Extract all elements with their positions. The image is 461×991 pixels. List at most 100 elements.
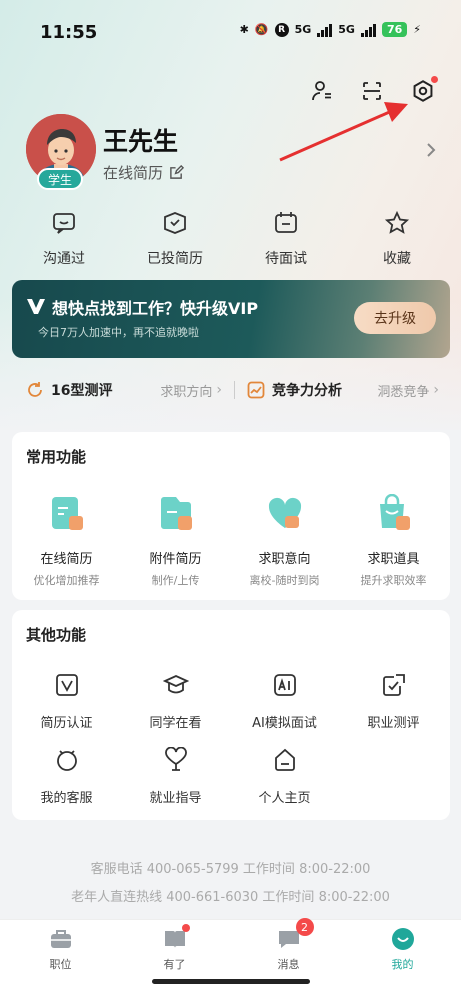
assessment-right-title: 竞争力分析 — [272, 383, 342, 399]
charging-icon: ⚡ — [413, 23, 421, 36]
attachment-resume-icon — [160, 497, 192, 530]
function-name: 同学在看 — [149, 716, 202, 731]
function-name: 在线简历 — [40, 552, 93, 567]
function-my-customer-service[interactable]: 我的客服 — [12, 747, 121, 806]
other-functions-title: 其他功能 — [26, 626, 87, 644]
tab-label: 职位 — [49, 958, 72, 971]
network-label-2: 5G — [338, 23, 355, 36]
common-functions-title: 常用功能 — [26, 448, 87, 466]
function-classmates-viewing[interactable]: 同学在看 — [121, 672, 230, 731]
function-desc: 优化增加推荐 — [33, 574, 100, 587]
vip-upgrade-button[interactable]: 去升级 — [354, 302, 436, 334]
chat-icon — [53, 213, 75, 234]
edit-icon — [170, 165, 185, 179]
calendar-icon — [275, 212, 297, 233]
footer-hotline: 客服电话 400-065-5799 工作时间 8:00-22:00 — [90, 862, 371, 877]
function-name: 我的客服 — [40, 791, 93, 806]
refresh-circle-icon — [28, 382, 42, 397]
ai-interview-icon — [273, 674, 296, 696]
tab-label: 消息 — [277, 958, 300, 971]
tab-youle[interactable]: 有了 — [117, 924, 232, 972]
heart-icon — [268, 497, 301, 528]
user-name: 王先生 — [103, 127, 179, 156]
graduation-cap-icon — [162, 675, 189, 694]
function-career-assessment[interactable]: 职业测评 — [339, 672, 448, 731]
vip-subtitle: 今日7万人加速中，再不追就晚啦 — [38, 326, 199, 339]
profile-chevron-right-icon[interactable] — [425, 141, 437, 163]
function-employment-guidance[interactable]: 就业指导 — [121, 746, 230, 806]
common-functions-card: 常用功能 在线简历 优化增加推荐 附件简历 制作/上传 求职意向 离校-随时到岗… — [12, 432, 450, 600]
other-functions-card: 其他功能 简历认证 同学在看 AI模拟面试 职业测评 我的客服 就业指导 个人主… — [12, 610, 450, 820]
customer-service-icon — [56, 750, 77, 771]
footer-elderly-hotline: 老年人直连热线 400-661-6030 工作时间 8:00-22:00 — [71, 890, 390, 905]
r-icon: R — [274, 22, 289, 37]
assessment-left-hint: 求职方向 — [160, 384, 213, 400]
tab-jobs[interactable]: 职位 — [3, 926, 118, 972]
stat-label: 待面试 — [265, 251, 307, 267]
stat-label: 收藏 — [383, 251, 411, 267]
function-personal-homepage[interactable]: 个人主页 — [230, 747, 339, 806]
career-assessment-icon — [382, 674, 405, 696]
settings-notification-dot — [431, 76, 438, 83]
mute-icon: 🔕 — [254, 23, 269, 36]
stat-label: 沟通过 — [43, 251, 85, 267]
bluetooth-icon: ✱ — [239, 23, 249, 36]
vip-logo-icon — [27, 299, 45, 314]
function-name: 就业指导 — [149, 791, 202, 806]
message-icon: 2 — [276, 918, 314, 952]
shopping-bag-icon — [379, 493, 410, 530]
role-badge: 学生 — [37, 168, 83, 190]
online-resume-label: 在线简历 — [103, 164, 164, 182]
tab-label: 有了 — [163, 958, 186, 971]
function-name: 附件简历 — [149, 552, 202, 567]
profile-smile-icon — [390, 926, 416, 952]
stat-pending-interview[interactable]: 待面试 — [241, 210, 331, 268]
star-icon — [384, 210, 410, 234]
stat-favorites[interactable]: 收藏 — [352, 210, 442, 268]
function-name: 职业测评 — [367, 716, 420, 731]
status-icons: ✱ 🔕 R 5G 5G 76 ⚡ — [240, 22, 421, 37]
assessment-right-hint: 洞悉竞争 — [377, 384, 430, 400]
battery-indicator: 76 — [381, 22, 408, 37]
divider — [234, 381, 235, 399]
network-label: 5G — [294, 23, 312, 36]
resume-verify-icon — [55, 674, 78, 696]
vip-banner[interactable]: 想快点找到工作？快升级VIP 今日7万人加速中，再不追就晚啦 去升级 — [12, 280, 450, 358]
function-desc: 提升求职效率 — [360, 574, 427, 587]
tab-messages[interactable]: 2 消息 — [231, 918, 346, 972]
vip-title: 想快点找到工作？快升级VIP — [52, 299, 259, 318]
function-name: 求职道具 — [367, 552, 420, 567]
function-name: 求职意向 — [258, 552, 311, 567]
message-count-badge: 2 — [295, 918, 314, 936]
online-resume-icon — [51, 497, 83, 530]
briefcase-icon — [48, 926, 74, 952]
status-bar: 11:55 ✱ 🔕 R 5G 5G 76 ⚡ — [0, 0, 461, 62]
chart-trend-icon — [247, 381, 265, 399]
home-indicator — [152, 979, 310, 984]
function-attachment-resume[interactable]: 附件简历 制作/上传 — [121, 494, 230, 588]
stat-communicated[interactable]: 沟通过 — [19, 210, 109, 268]
annotation-arrow — [279, 102, 408, 162]
online-resume-link[interactable]: 在线简历 — [103, 162, 185, 183]
function-resume-verify[interactable]: 简历认证 — [12, 672, 121, 731]
assessment-row: 16型测评 求职方向 › 竞争力分析 洞悉竞争 › — [12, 368, 450, 412]
tab-label: 我的 — [391, 958, 414, 971]
stat-sent-resume[interactable]: 已投简历 — [130, 210, 220, 268]
function-online-resume[interactable]: 在线简历 优化增加推荐 — [12, 494, 121, 588]
function-job-intention[interactable]: 求职意向 离校-随时到岗 — [230, 494, 339, 588]
signal-icon — [317, 23, 333, 37]
function-ai-mock-interview[interactable]: AI模拟面试 — [230, 672, 339, 731]
function-job-tools[interactable]: 求职道具 提升求职效率 — [339, 493, 448, 588]
stat-label: 已投简历 — [147, 251, 203, 267]
function-desc: 制作/上传 — [151, 574, 200, 587]
tab-mine[interactable]: 我的 — [345, 926, 460, 972]
function-desc: 离校-随时到岗 — [249, 574, 320, 587]
function-name: 个人主页 — [258, 791, 311, 806]
sent-resume-icon — [164, 212, 186, 234]
guidance-heart-icon — [164, 746, 187, 771]
home-icon — [274, 748, 295, 771]
signal-icon-2 — [360, 23, 376, 37]
assessment-competitiveness[interactable]: 竞争力分析 洞悉竞争 › — [247, 380, 439, 400]
status-time: 11:55 — [40, 22, 98, 43]
assessment-16-type[interactable]: 16型测评 求职方向 › — [12, 380, 222, 400]
